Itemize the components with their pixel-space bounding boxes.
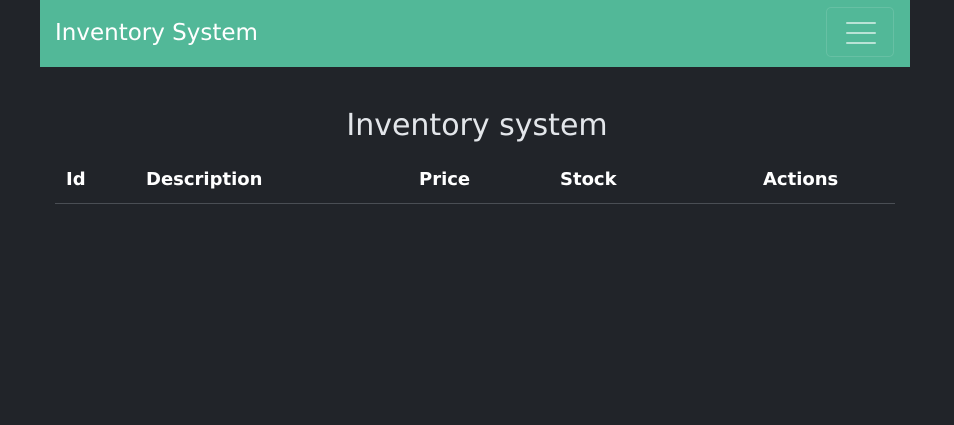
table-header-row: Id Description Price Stock Actions xyxy=(55,164,895,204)
column-header-id: Id xyxy=(66,169,86,190)
column-header-actions: Actions xyxy=(763,169,839,190)
column-header-description: Description xyxy=(146,169,263,190)
navbar: Inventory System xyxy=(40,0,910,67)
page-title: Inventory system xyxy=(346,108,608,143)
navbar-toggler-button[interactable] xyxy=(826,7,894,57)
column-header-price: Price xyxy=(419,169,471,190)
navbar-brand[interactable]: Inventory System xyxy=(55,0,258,67)
column-header-stock: Stock xyxy=(560,169,617,190)
